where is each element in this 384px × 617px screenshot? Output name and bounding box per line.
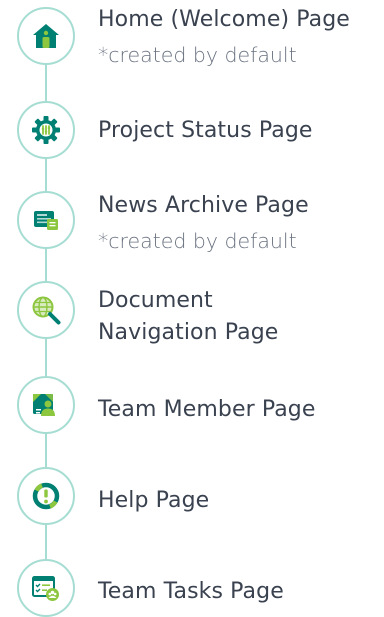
team-member-icon <box>33 394 55 416</box>
globe-search-icon-badge <box>17 281 75 339</box>
page-title-team-member: Team Member Page <box>98 397 316 422</box>
page-title-help: Help Page <box>98 488 210 513</box>
news-icon-badge <box>17 191 75 249</box>
page-title-news-archive: News Archive Page <box>98 193 309 218</box>
gear-icon-badge <box>17 101 75 159</box>
gear-icon <box>32 116 60 144</box>
page-note-home: *created by default <box>98 43 297 67</box>
page-title-project-status: Project Status Page <box>98 118 313 143</box>
home-icon <box>33 24 59 48</box>
help-icon <box>32 482 60 510</box>
page-title-team-tasks: Team Tasks Page <box>98 579 284 604</box>
page-note-news-archive: *created by default <box>98 229 297 253</box>
tasks-icon <box>32 576 59 601</box>
tasks-icon-badge <box>17 559 75 617</box>
page-title-home: Home (Welcome) Page <box>98 7 350 32</box>
help-icon-badge <box>17 467 75 525</box>
page-title-document-navigation: Document Navigation Page <box>98 288 279 345</box>
home-icon-badge <box>17 7 75 65</box>
news-icon <box>34 211 58 230</box>
team-member-icon-badge <box>17 376 75 434</box>
globe-search-icon <box>32 296 61 325</box>
